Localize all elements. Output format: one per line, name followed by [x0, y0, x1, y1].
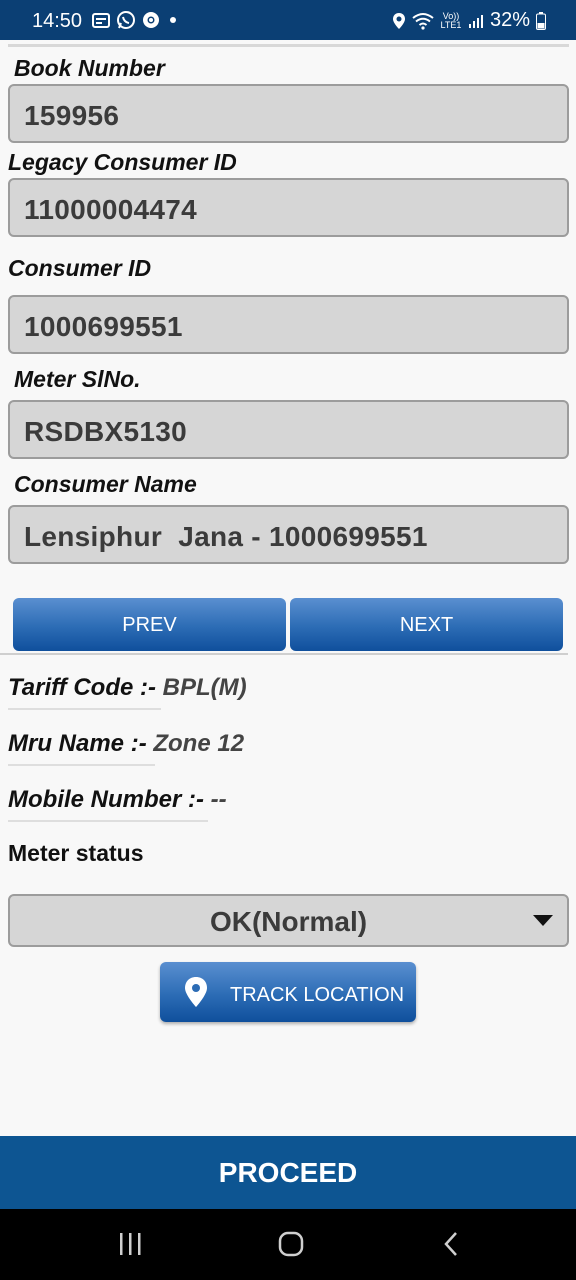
- meter-status-label: Meter status: [8, 840, 144, 866]
- mobile-number-row: Mobile Number :- --: [8, 786, 227, 814]
- status-bar: 14:50 Vo)) LTE1 32%: [0, 0, 576, 40]
- recent-apps-icon[interactable]: [118, 1231, 142, 1262]
- meter-slno-value: RSDBX5130: [24, 416, 188, 447]
- next-button[interactable]: NEXT: [290, 598, 563, 651]
- top-divider: [8, 44, 569, 47]
- tariff-underline: [8, 708, 161, 710]
- notification-icons: [92, 10, 180, 30]
- book-number-value: 159956: [24, 100, 120, 131]
- mobile-underline: [8, 820, 208, 822]
- wifi-icon: [412, 12, 434, 30]
- legacy-consumer-id-label: Legacy Consumer ID: [8, 149, 237, 175]
- meter-status-select[interactable]: OK(Normal): [8, 894, 569, 947]
- consumer-id-field[interactable]: 1000699551: [8, 295, 569, 354]
- track-location-button[interactable]: TRACK LOCATION: [160, 962, 416, 1022]
- status-time: 14:50: [32, 10, 83, 32]
- tariff-code-label: Tariff Code :-: [8, 674, 163, 701]
- book-number-label: Book Number: [14, 55, 165, 81]
- meter-status-value: OK(Normal): [209, 906, 368, 937]
- mru-name-row: Mru Name :- Zone 12: [8, 730, 244, 758]
- mobile-number-label: Mobile Number :-: [8, 786, 211, 813]
- location-icon: [392, 12, 406, 30]
- battery-percent: 32%: [489, 9, 530, 31]
- home-icon[interactable]: [278, 1231, 304, 1262]
- volte-icon: Vo)) LTE1: [440, 10, 462, 30]
- legacy-consumer-id-value: 11000004474: [24, 194, 198, 225]
- proceed-button[interactable]: PROCEED: [0, 1136, 576, 1209]
- system-status: Vo)) LTE1 32%: [392, 9, 546, 32]
- book-number-field[interactable]: 159956: [8, 84, 569, 143]
- meter-slno-field[interactable]: RSDBX5130: [8, 400, 569, 459]
- tariff-code-value: BPL(M): [162, 674, 247, 701]
- chrome-icon: [142, 11, 160, 29]
- whatsapp-icon: [116, 10, 136, 30]
- calendar-icon: [92, 12, 110, 28]
- consumer-id-label: Consumer ID: [8, 255, 152, 281]
- battery-icon: [536, 11, 546, 30]
- dot-icon: [166, 13, 180, 27]
- mru-underline: [8, 764, 155, 766]
- legacy-consumer-id-field[interactable]: 11000004474: [8, 178, 569, 237]
- signal-icon: [468, 13, 484, 29]
- tariff-code-row: Tariff Code :- BPL(M): [8, 674, 247, 702]
- consumer-id-value: 1000699551: [24, 311, 183, 342]
- meter-slno-label: Meter SlNo.: [14, 366, 141, 392]
- mru-name-value: Zone 12: [153, 730, 245, 757]
- prev-button[interactable]: PREV: [13, 598, 286, 651]
- consumer-name-value: Lensiphur Jana - 1000699551: [24, 521, 428, 552]
- consumer-name-label: Consumer Name: [14, 471, 197, 497]
- mobile-number-value: --: [210, 786, 227, 813]
- consumer-name-field[interactable]: Lensiphur Jana - 1000699551: [8, 505, 569, 564]
- dropdown-caret-icon: [533, 915, 553, 926]
- location-pin-icon: [184, 976, 208, 1013]
- back-icon[interactable]: [442, 1231, 460, 1262]
- system-nav-bar: [0, 1209, 576, 1280]
- mru-name-label: Mru Name :-: [8, 730, 154, 757]
- track-location-label: TRACK LOCATION: [230, 984, 405, 1006]
- nav-divider: [0, 653, 568, 655]
